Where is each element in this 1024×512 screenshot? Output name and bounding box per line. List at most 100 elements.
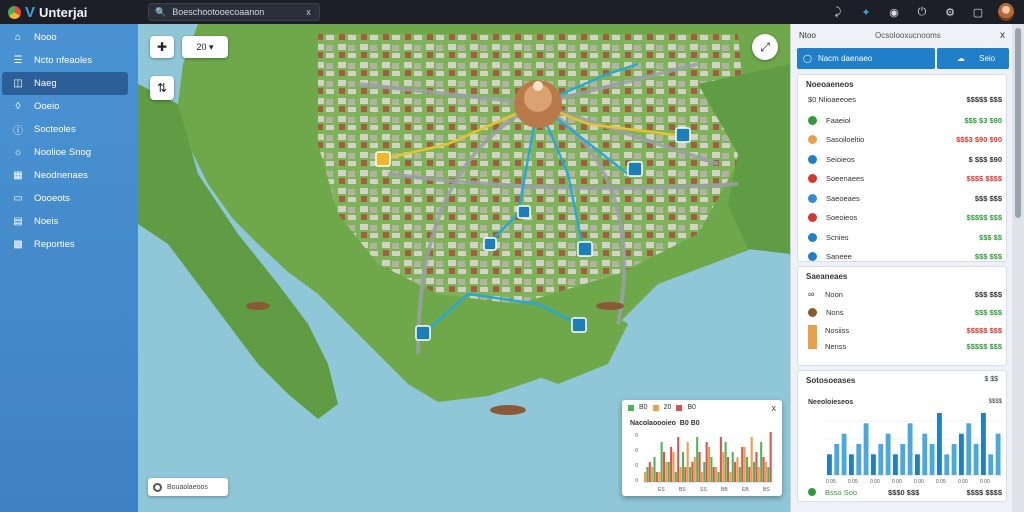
route-tool-button[interactable]: ⇅ [150,76,174,100]
sidebar-item-grid[interactable]: ▦ Neodnenaes [0,164,138,187]
list-item[interactable]: Nons $$$ $$$ [808,305,1002,319]
list-item[interactable]: Seioieos $ $$$ $90 [808,152,1002,166]
list-item[interactable]: Saneee $$$ $$$ [808,250,1002,264]
add-layer-button[interactable]: ✚ [150,36,174,58]
globe-icon[interactable]: ◉ [886,6,902,19]
list-item[interactable]: Faaeiol $$$ $3 $90 [808,113,1002,127]
search-bar[interactable]: 🔍 x [148,3,320,21]
list-item[interactable]: Nosiiss $$$$$ $$$ [808,323,1002,349]
sidebar-item-label: Ncto nfeaoles [34,55,93,66]
zoom-dropdown-icon: ▾ [209,41,214,52]
pin-icon[interactable]: ⤸ [830,6,846,19]
trend-card: Sotosoeases $ $$ Neeoloieseos $$$$ 0 05 0… [797,370,1007,502]
sidebar-item-home[interactable]: ⌂ Nooo [0,26,138,49]
row-label: Scnies [826,232,849,242]
fullscreen-button[interactable]: ⤢ [752,34,778,60]
close-icon[interactable]: x [1000,30,1005,41]
row-label: Saeoeaes [826,193,860,203]
map-chart-bar [644,472,647,482]
window-icon[interactable]: ▢ [970,6,986,19]
trend-bar [922,433,928,475]
clear-search-icon[interactable]: x [306,7,311,17]
list-item[interactable]: Nenss $$$$$ $$$ [825,339,1002,353]
map-chart-bar [726,457,730,482]
map-chart-bar [658,472,661,482]
map-chart-y-label: 0 [635,433,638,439]
row-label: Faaeiol [826,115,851,125]
trend-bar [973,444,979,475]
sidebar-item-doc[interactable]: ▤ Noeis [0,210,138,233]
sidebar-item-reports[interactable]: ▩ Reporties [0,233,138,256]
box-icon: ▭ [13,193,23,204]
card-subheader-value: $$$$$ $$$ [966,94,1002,104]
zoom-control[interactable]: 20 ▾ [182,36,228,58]
trend-bar [885,433,891,475]
settings-icon[interactable]: ⚙ [942,6,958,19]
map-chart-bar [696,437,699,482]
doc-icon: ▤ [13,216,23,227]
list-icon: ☰ [13,55,23,66]
list-item[interactable]: Sasoiloeltio $$$3 $90 $90 [808,133,1002,147]
list-item[interactable]: Scnies $$$ $$ [808,230,1002,244]
row-label: Nenss [825,341,847,351]
top-icons: ⤸ ✦ ◉ ⏻ ⚙ ▢ [830,3,1014,21]
details-panel: Ntoo Ocsolooxucnooms x ◯ Nacm daenaeo ☁ … [790,24,1012,512]
grid-icon: ▦ [13,170,23,181]
map-view[interactable]: ✚ 20 ▾ ⇅ ⤢ Bouaolaeoos B0 20 B0 x Nacola… [138,24,790,512]
scale-text: Bouaolaeoos [167,483,208,491]
list-item[interactable]: Soeoieos $$$$$ $$$ [808,211,1002,225]
trend-bar [937,413,942,475]
cloud-icon: ☁ [956,54,965,63]
category-dot-icon [808,193,817,203]
sidebar: ⌂ Nooo ☰ Ncto nfeaoles ◫ Naeg ◊ Ooeio ⓘ Socte… [0,24,138,512]
map-chart-bar [689,467,692,482]
map-chart-plot: 0 0 0 0 ES BS SS BB EB BS [635,432,772,493]
map-chart-bar [681,452,684,482]
power-icon[interactable]: ⏻ [914,6,930,19]
panel-scrollbar[interactable] [1012,24,1024,512]
app-logo[interactable]: V Unterjai [0,5,140,20]
trend-bar [878,444,884,475]
row-value: $$$$$ $$$ [966,341,1002,351]
map-chart-bar [729,472,732,482]
share-icon[interactable]: ✦ [858,6,874,19]
trend-bar [981,413,986,475]
sidebar-item-box[interactable]: ▭ Oooeots [0,187,138,210]
report-icon: ▩ [13,239,23,250]
map-chart-x-label: SS [700,487,707,493]
row-label: Nons [826,307,844,317]
scrollbar-thumb[interactable] [1015,28,1021,218]
scale-icon [153,482,162,492]
map-chart-bar [750,437,753,482]
map-chart-y-label: 0 [635,448,638,454]
list-item[interactable]: Saeoeaes $$$ $$$ [808,191,1002,205]
map-chart-bar [748,467,751,482]
row-value: $$$ $$ [979,232,1002,242]
sidebar-item-drop[interactable]: ◊ Ooeio [0,95,138,118]
sidebar-item-label: Socteoles [34,124,76,135]
sidebar-item-map[interactable]: ◫ Naeg [2,72,128,95]
map-chart-bar [677,437,680,482]
map-chart-bar [691,462,694,482]
scale-indicator[interactable]: Bouaolaeoos [148,478,228,496]
map-chart-bar [736,457,739,482]
sidebar-item-info[interactable]: ⓘ Socteoles [0,118,138,141]
trend-bar [929,444,935,475]
tab-side[interactable]: ☁ Seio [937,48,1009,69]
tab-main[interactable]: ◯ Nacm daenaeo [797,48,935,69]
search-input[interactable] [172,7,301,17]
list-item[interactable]: ∞ Noon $$$ $$$ [808,287,1002,301]
tab-main-label: Nacm daenaeo [817,54,873,63]
list-item[interactable]: Soeenaees $$$$ $$$$ [808,172,1002,186]
sidebar-item-features[interactable]: ☰ Ncto nfeaoles [0,49,138,72]
trend-bar [849,454,854,475]
category-dot-icon [808,154,817,164]
map-chart-bar [648,462,651,482]
trend-bar [871,454,876,475]
map-chart-bar [762,457,765,482]
trend-bar [863,423,869,475]
sidebar-item-chat[interactable]: ☼ Noolioe Snog [0,141,138,164]
avatar[interactable] [998,3,1014,21]
top-bar: V Unterjai 🔍 x ⤸ ✦ ◉ ⏻ ⚙ ▢ [0,0,1024,24]
map-chart-bar [705,442,708,482]
